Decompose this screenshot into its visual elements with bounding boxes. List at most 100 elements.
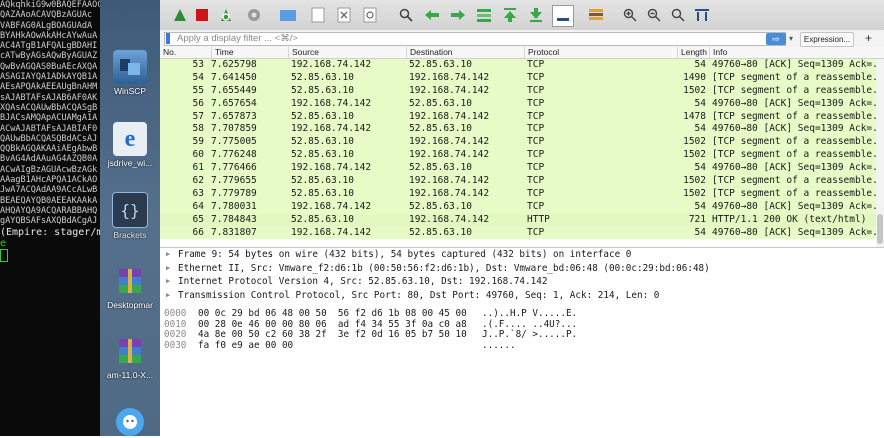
packet-cell-dst: 192.168.74.142 xyxy=(409,136,490,148)
packet-cell-proto: HTTP xyxy=(527,213,550,225)
restart-icon[interactable] xyxy=(216,5,236,25)
packet-list-scrollbar[interactable] xyxy=(876,59,884,247)
packet-cell-time: 7.779655 xyxy=(211,175,257,187)
packet-cell-len: 1502 xyxy=(683,187,706,199)
add-filter-button[interactable]: + xyxy=(865,31,872,45)
autoscroll-icon[interactable] xyxy=(552,5,574,27)
scrollbar-thumb[interactable] xyxy=(877,214,883,244)
packet-row[interactable]: 64 7.780031 192.168.74.142 52.85.63.10 TCP 54… xyxy=(160,200,876,214)
expand-arrow-icon[interactable]: ▶ xyxy=(166,262,170,276)
back-icon[interactable] xyxy=(422,5,442,25)
zoom-normal-icon[interactable] xyxy=(668,5,688,25)
hex-hex: 4a 8e 00 50 c2 60 38 2f 3e f2 0d 16 05 b… xyxy=(198,329,467,340)
hex-dump-row[interactable]: 0030 fa f0 e9 ae 00 00...... xyxy=(160,340,884,352)
expression-button[interactable]: Expression... xyxy=(800,32,854,47)
goto-icon[interactable] xyxy=(474,5,494,25)
shark-fin-icon[interactable] xyxy=(170,5,190,25)
detail-tree-item[interactable]: ▶ Internet Protocol Version 4, Src: 52.85… xyxy=(160,275,884,289)
packet-row[interactable]: 61 7.776466 192.168.74.142 52.85.63.10 TCP 54… xyxy=(160,162,876,176)
packet-cell-info: 49760→80 [ACK] Seq=1309 Ack=. xyxy=(712,162,876,174)
packet-row[interactable]: 65 7.784843 52.85.63.10 192.168.74.142 HTTP 7… xyxy=(160,213,876,227)
packet-row[interactable]: 60 7.776248 52.85.63.10 192.168.74.142 TCP 15… xyxy=(160,149,876,163)
packet-cell-dst: 52.85.63.10 xyxy=(409,226,472,238)
col-header-protocol[interactable]: Protocol xyxy=(524,47,559,58)
terminal-line: XQAsACQAUwBbACQASgB xyxy=(0,102,98,113)
file-icon[interactable] xyxy=(308,5,328,25)
packet-row[interactable]: 66 7.831807 192.168.74.142 52.85.63.10 TCP 54… xyxy=(160,226,876,240)
expand-arrow-icon[interactable]: ▶ xyxy=(166,275,170,289)
open-folder-icon[interactable] xyxy=(278,5,298,25)
packet-cell-src: 52.85.63.10 xyxy=(291,187,354,199)
packet-row[interactable]: 54 7.641450 52.85.63.10 192.168.74.142 TCP 14… xyxy=(160,71,876,85)
packet-row[interactable]: 53 7.625798 192.168.74.142 52.85.63.10 TCP 54… xyxy=(160,59,876,72)
desktop-icon-jsdrive[interactable]: e jsdrive_wi... xyxy=(100,122,160,168)
desktop-icon-archive[interactable]: am-11.0-X... xyxy=(100,334,160,380)
forward-icon[interactable] xyxy=(448,5,468,25)
terminal-line: BJACsAMQApACUAMgA1A xyxy=(0,113,98,124)
close-file-icon[interactable] xyxy=(334,5,354,25)
apply-filter-button[interactable]: ⇨ xyxy=(766,33,786,45)
packet-cell-len: 54 xyxy=(694,123,706,135)
packet-row[interactable]: 59 7.775005 52.85.63.10 192.168.74.142 TCP 15… xyxy=(160,136,876,150)
hex-dump-row[interactable]: 0000 00 0c 29 bd 06 48 00 50 56 f2 d6 1b … xyxy=(160,308,884,320)
desktop-icon-chat[interactable] xyxy=(100,408,160,438)
packet-cell-dst: 192.168.74.142 xyxy=(409,149,490,161)
resize-columns-icon[interactable] xyxy=(692,5,712,25)
col-header-length[interactable]: Length xyxy=(677,47,707,58)
desktop-icon-desktopmar[interactable]: Desktopmar xyxy=(100,264,160,310)
desktop-icon-brackets[interactable]: {} Brackets xyxy=(100,192,160,240)
col-header-source[interactable]: Source xyxy=(288,47,319,58)
options-icon[interactable] xyxy=(244,5,264,25)
filter-history-dropdown[interactable]: ▾ xyxy=(789,32,798,45)
packet-cell-info: [TCP segment of a reassemble. xyxy=(712,84,876,96)
packet-row[interactable]: 62 7.779655 52.85.63.10 192.168.74.142 TCP 15… xyxy=(160,175,876,188)
zoom-out-icon[interactable] xyxy=(644,5,664,25)
expand-arrow-icon[interactable]: ▶ xyxy=(166,248,170,262)
winrar-archive-icon xyxy=(113,264,147,298)
col-header-info[interactable]: Info xyxy=(709,47,727,58)
display-filter-bar: Apply a display filter ... <⌘/> ⇨ ▾ Expr… xyxy=(160,30,884,48)
detail-tree-item[interactable]: ▶ Ethernet II, Src: Vmware_f2:d6:1b (00:5… xyxy=(160,262,884,276)
terminal-line: BEAEQAYQB0AEEAKAAkA xyxy=(0,195,98,206)
find-icon[interactable] xyxy=(396,5,416,25)
last-icon[interactable] xyxy=(526,5,546,25)
detail-text: Transmission Control Protocol, Src Port:… xyxy=(178,289,660,301)
packet-cell-proto: TCP xyxy=(527,97,545,109)
hex-dump-row[interactable]: 0020 4a 8e 00 50 c2 60 38 2f 3e f2 0d 16 … xyxy=(160,329,884,341)
filter-bookmark-icon[interactable] xyxy=(166,33,170,44)
packet-cell-proto: TCP xyxy=(527,84,545,96)
detail-tree-item[interactable]: ▶ Transmission Control Protocol, Src Port… xyxy=(160,289,884,303)
col-header-time[interactable]: Time xyxy=(211,47,234,58)
packet-row[interactable]: 56 7.657654 192.168.74.142 52.85.63.10 TCP 54… xyxy=(160,97,876,111)
filter-placeholder: Apply a display filter ... <⌘/> xyxy=(177,33,298,44)
detail-tree-item[interactable]: ▶ Frame 9: 54 bytes on wire (432 bits), 5… xyxy=(160,248,884,262)
packet-cell-time: 7.657873 xyxy=(211,110,257,122)
colorize-icon[interactable] xyxy=(586,5,606,25)
desktop-icon-winscp[interactable]: WinSCP xyxy=(100,50,160,96)
packet-cell-time: 7.779789 xyxy=(211,187,257,199)
packet-row[interactable]: 63 7.779789 52.85.63.10 192.168.74.142 TCP 15… xyxy=(160,187,876,201)
terminal-line: sAJABTAFsAJAB6AF0AK xyxy=(0,92,98,103)
packet-cell-no: 66 xyxy=(192,226,204,238)
terminal-line: ACwAJABTAFsAJABIAF0 xyxy=(0,123,98,134)
terminal-input-line[interactable]: e xyxy=(0,238,100,263)
zoom-in-icon[interactable] xyxy=(620,5,640,25)
packet-cell-info: [TCP segment of a reassemble. xyxy=(712,71,876,83)
packet-cell-time: 7.831807 xyxy=(211,226,257,238)
terminal-line: BYAHkAOwAkAHcAYwAuA xyxy=(0,30,98,41)
col-header-no[interactable]: No. xyxy=(160,47,176,58)
packet-cell-time: 7.707859 xyxy=(211,123,257,135)
terminal-window[interactable]: AQkqhkiG9w0BAQEFAAOCAQ8AMQAZAAoACAVQBzAG… xyxy=(0,0,100,436)
packet-cell-time: 7.641450 xyxy=(211,71,257,83)
display-filter-input[interactable]: Apply a display filter ... <⌘/> xyxy=(164,32,786,46)
reload-icon[interactable] xyxy=(360,5,380,25)
packet-row[interactable]: 58 7.707859 192.168.74.142 52.85.63.10 TCP 54… xyxy=(160,123,876,137)
packet-row[interactable]: 55 7.655449 52.85.63.10 192.168.74.142 TCP 15… xyxy=(160,84,876,98)
first-icon[interactable] xyxy=(500,5,520,25)
packet-cell-info: [TCP segment of a reassemble. xyxy=(712,149,876,161)
expand-arrow-icon[interactable]: ▶ xyxy=(166,289,170,303)
stop-icon[interactable] xyxy=(192,5,212,25)
terminal-line: QAUwBbACQASQBdACsAJ xyxy=(0,133,98,144)
col-header-destination[interactable]: Destination xyxy=(406,47,453,58)
packet-row[interactable]: 57 7.657873 52.85.63.10 192.168.74.142 TCP 14… xyxy=(160,110,876,124)
